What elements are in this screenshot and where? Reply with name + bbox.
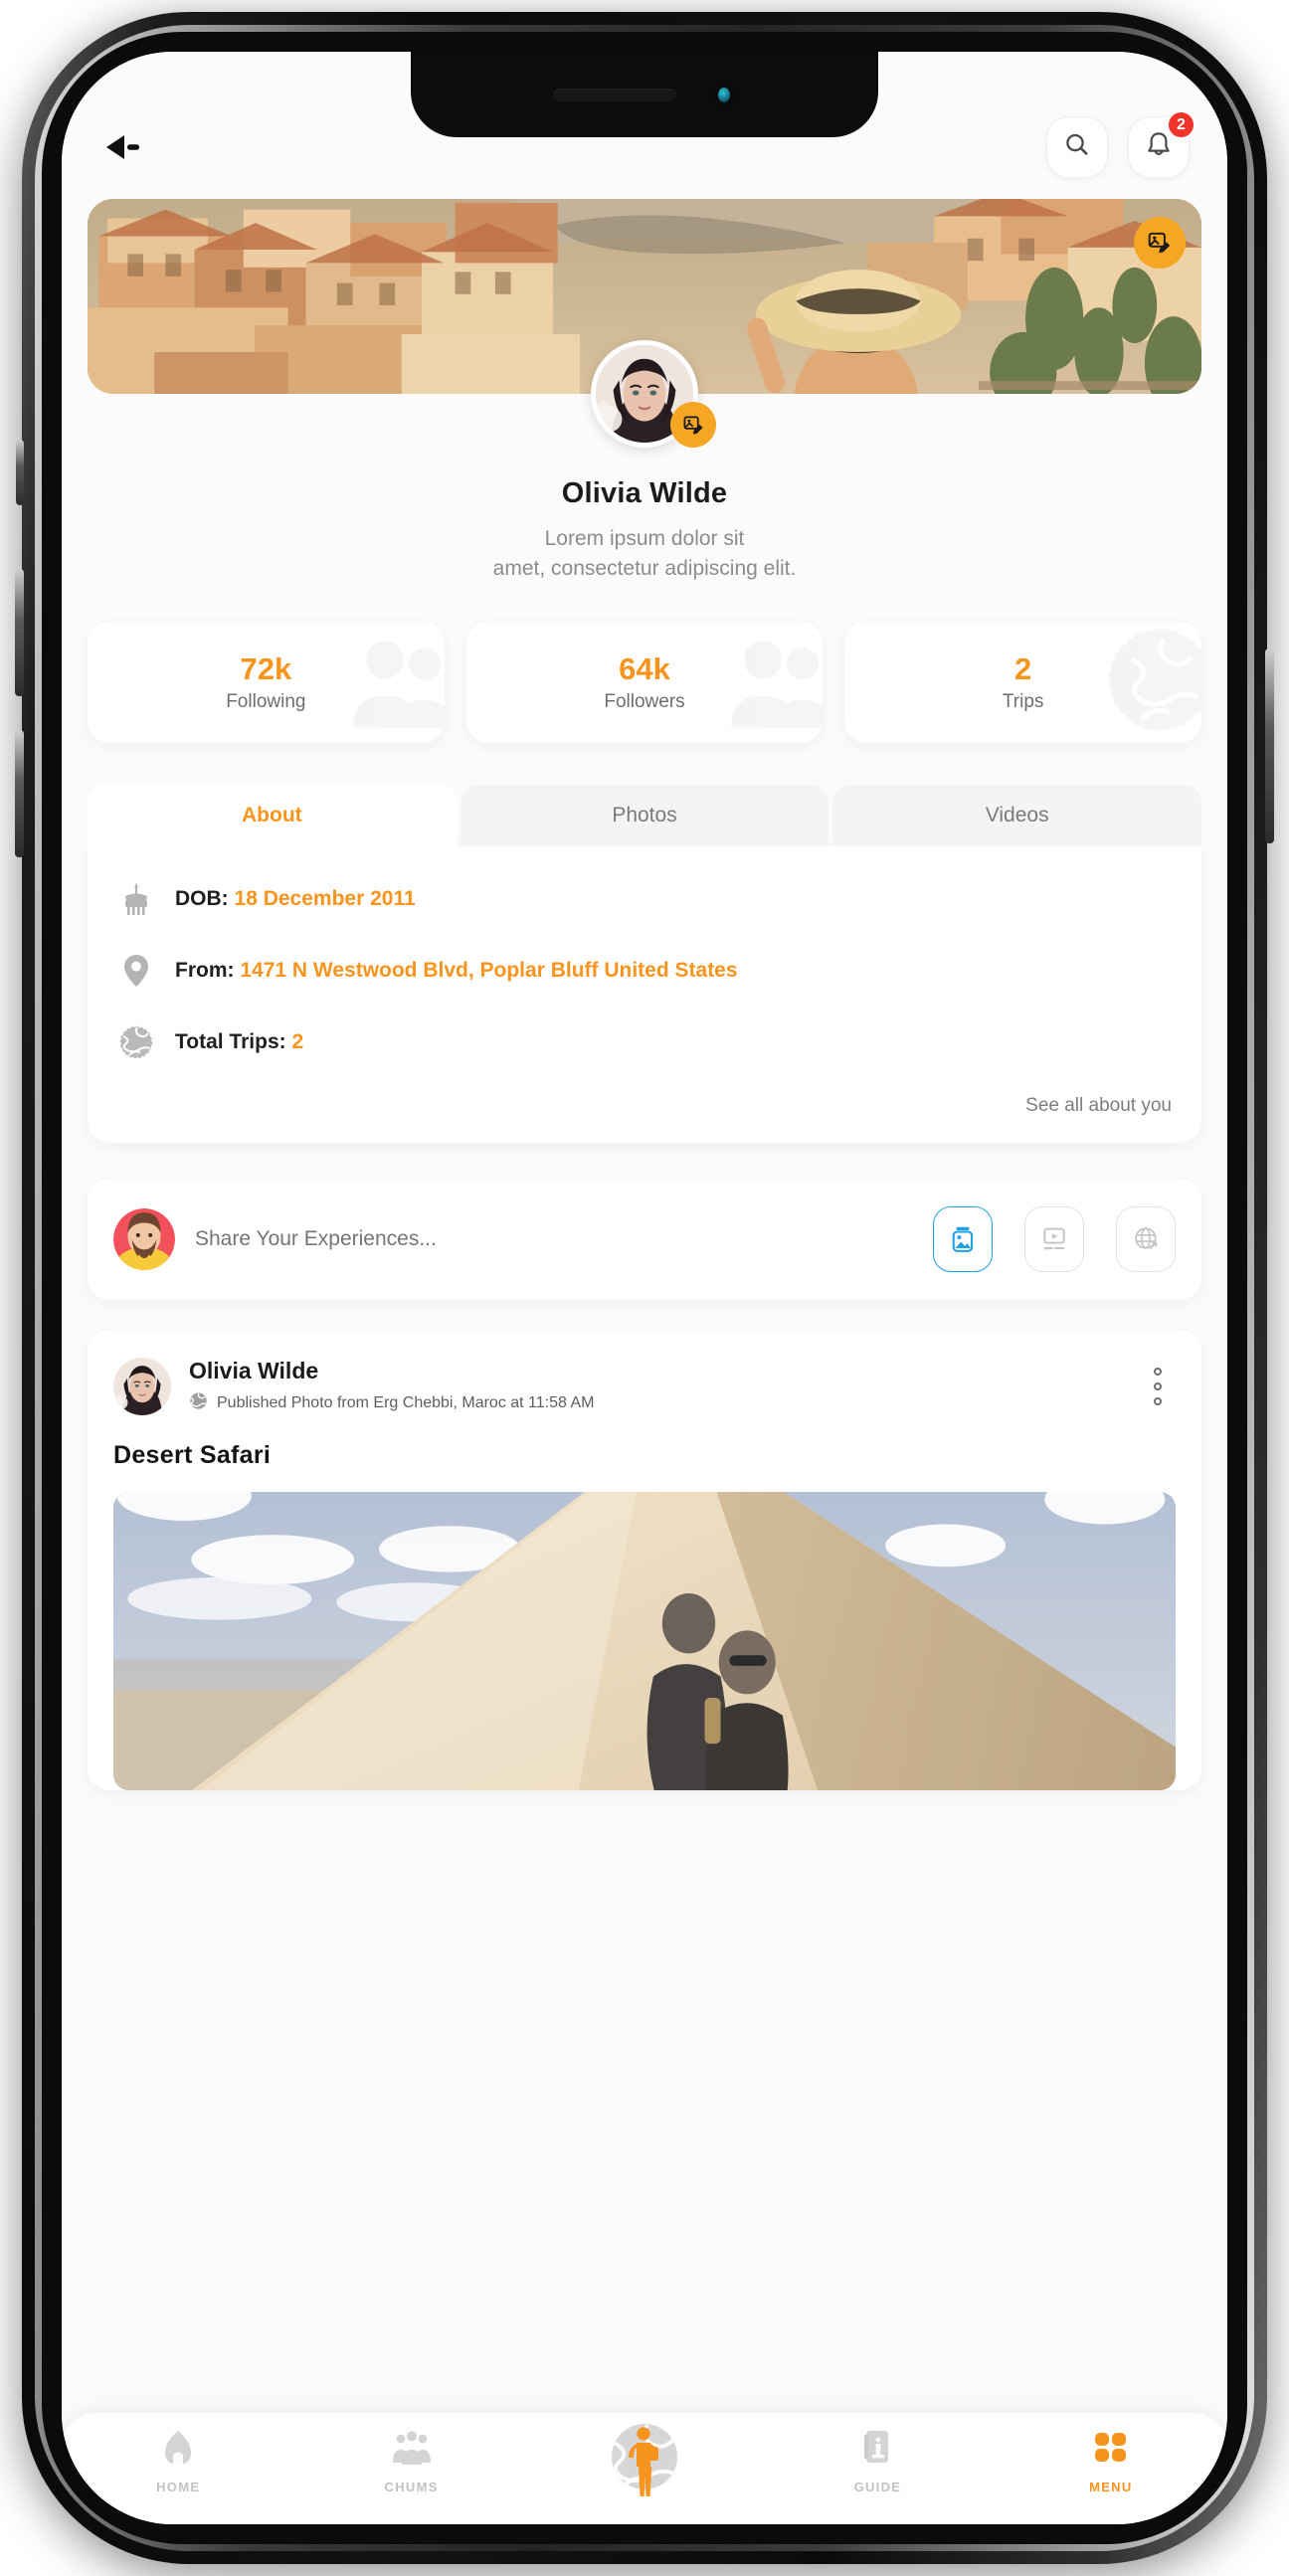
search-icon [1062, 130, 1092, 165]
about-from-label: From: [175, 958, 235, 982]
stat-card-following[interactable]: 72k Following [88, 621, 445, 743]
power-button[interactable] [1265, 648, 1274, 843]
profile-bio: Lorem ipsum dolor sit amet, consectetur … [121, 524, 1168, 584]
globe-small-icon [189, 1391, 208, 1415]
info-book-icon [861, 2429, 893, 2472]
earpiece-speaker [553, 88, 676, 101]
globe-icon [1102, 625, 1202, 739]
nav-label: GUIDE [853, 2480, 902, 2494]
post-image[interactable] [113, 1491, 1176, 1790]
volume-up-button[interactable] [15, 569, 24, 696]
about-from-text: From: 1471 N Westwood Blvd, Poplar Bluff… [175, 959, 738, 983]
volume-down-button[interactable] [15, 730, 24, 857]
stat-label: Trips [1002, 690, 1044, 712]
about-dob-text: DOB: 18 December 2011 [175, 887, 416, 911]
back-arrow-icon[interactable] [103, 121, 155, 173]
profile-identity: Olivia Wilde Lorem ipsum dolor sit amet,… [62, 477, 1227, 584]
share-input[interactable] [195, 1226, 901, 1251]
stat-label: Followers [604, 690, 685, 712]
bell-icon [1145, 130, 1173, 165]
post-header: Olivia Wilde Published Photo from Erg Ch… [113, 1357, 1176, 1415]
about-row-dob: DOB: 18 December 2011 [117, 880, 1172, 918]
about-from-value: 1471 N Westwood Blvd, Poplar Bluff Unite… [240, 958, 738, 982]
nav-item-menu[interactable]: MENU [995, 2429, 1227, 2494]
bottom-navigation: HOME CHUMS GUIDE MENU [62, 2413, 1227, 2524]
tab-videos[interactable]: Videos [832, 784, 1202, 846]
composer-avatar[interactable] [113, 1207, 175, 1270]
notification-badge: 2 [1167, 110, 1196, 139]
about-card: DOB: 18 December 2011 From: 1471 N Westw… [88, 845, 1201, 1143]
phone-screen: Olivia Wilde Lorem ipsum dolor sit amet,… [62, 52, 1227, 2524]
profile-bio-line2: amet, consectetur adipiscing elit. [492, 556, 797, 580]
nav-item-home[interactable]: HOME [62, 2429, 294, 2494]
stat-label: Following [226, 690, 306, 712]
about-row-trips: Total Trips: 2 [117, 1023, 1172, 1061]
about-trips-text: Total Trips: 2 [175, 1030, 303, 1054]
about-trips-label: Total Trips: [175, 1029, 286, 1053]
app-root: Olivia Wilde Lorem ipsum dolor sit amet,… [62, 52, 1227, 2524]
people-icon [345, 630, 445, 734]
stats-row: 72k Following 64k Followers 2 Trips [88, 621, 1202, 743]
post-author-name: Olivia Wilde [189, 1357, 319, 1383]
notifications-button[interactable]: 2 [1128, 110, 1196, 178]
profile-tabs: About Photos Videos [88, 784, 1202, 846]
globe-icon [117, 1023, 155, 1061]
stat-card-followers[interactable]: 64k Followers [465, 621, 824, 743]
search-button[interactable] [1046, 116, 1108, 178]
post-author-avatar[interactable] [113, 1357, 171, 1415]
nav-label: CHUMS [384, 2480, 439, 2494]
nav-item-guide[interactable]: GUIDE [761, 2429, 994, 2494]
post-meta-text: Published Photo from Erg Chebbi, Maroc a… [217, 1393, 595, 1411]
tab-about[interactable]: About [88, 784, 457, 846]
about-trips-value: 2 [291, 1029, 304, 1053]
post-menu-button[interactable] [1140, 1362, 1176, 1411]
nav-item-chums[interactable]: CHUMS [294, 2429, 527, 2494]
mute-switch[interactable] [16, 440, 24, 505]
composer-globe-button[interactable] [1116, 1205, 1176, 1272]
tab-photos[interactable]: Photos [460, 784, 829, 846]
profile-avatar-block [591, 340, 716, 448]
phone-mockup: Olivia Wilde Lorem ipsum dolor sit amet,… [15, 12, 1274, 2564]
share-composer [88, 1178, 1201, 1300]
grid-menu-icon [1093, 2429, 1129, 2472]
stat-value: 2 [1014, 650, 1032, 686]
about-row-from: From: 1471 N Westwood Blvd, Poplar Bluff… [117, 952, 1172, 990]
birthday-cake-icon [117, 880, 155, 918]
post-meta: Olivia Wilde Published Photo from Erg Ch… [189, 1358, 1122, 1415]
home-icon [160, 2429, 196, 2472]
stat-value: 72k [240, 650, 292, 686]
profile-bio-line1: Lorem ipsum dolor sit [544, 527, 745, 550]
edit-avatar-button[interactable] [670, 402, 716, 448]
about-dob-label: DOB: [175, 886, 229, 910]
see-all-about-link[interactable]: See all about you [117, 1095, 1172, 1117]
stat-value: 64k [619, 650, 670, 686]
post-subtitle: Published Photo from Erg Chebbi, Maroc a… [189, 1391, 1122, 1415]
edit-cover-photo-button[interactable] [1134, 217, 1186, 269]
traveler-globe-icon [606, 2417, 683, 2503]
nav-label: MENU [1089, 2480, 1133, 2494]
people-group-icon [392, 2429, 432, 2472]
phone-notch [411, 52, 878, 137]
about-dob-value: 18 December 2011 [234, 886, 416, 910]
stat-card-trips[interactable]: 2 Trips [844, 621, 1202, 743]
front-camera-icon [712, 83, 736, 106]
cover-section [88, 199, 1201, 448]
location-pin-icon [117, 952, 155, 990]
people-icon [723, 630, 824, 734]
post-card: Olivia Wilde Published Photo from Erg Ch… [88, 1329, 1201, 1790]
composer-video-button[interactable] [1024, 1205, 1084, 1272]
post-title: Desert Safari [113, 1440, 272, 1469]
composer-photo-button[interactable] [933, 1205, 993, 1272]
profile-name: Olivia Wilde [561, 477, 728, 509]
nav-item-explore[interactable] [528, 2417, 761, 2503]
nav-label: HOME [156, 2480, 201, 2494]
scroll-content[interactable]: Olivia Wilde Lorem ipsum dolor sit amet,… [62, 52, 1227, 2524]
